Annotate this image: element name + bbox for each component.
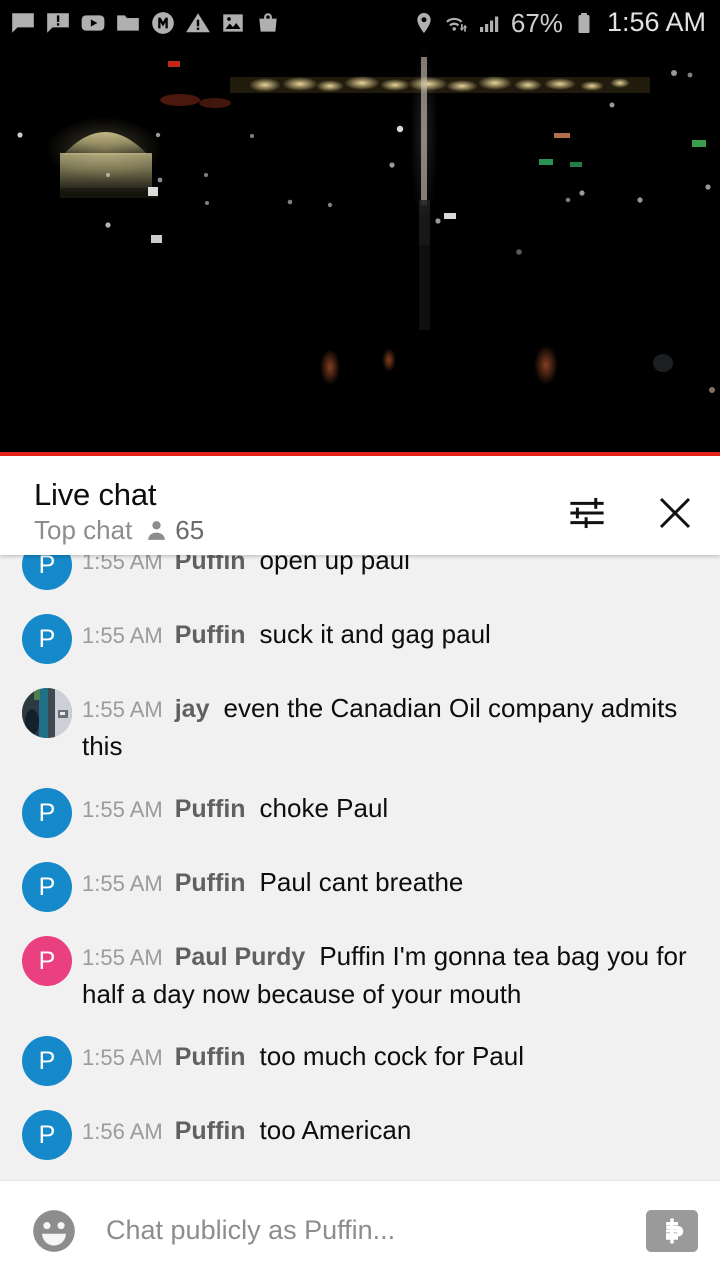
wifi-transfer-icon [445,17,468,32]
clock-label: 1:56 AM [606,7,706,37]
live-chat-header-titles: Live chat Top chat 65 [34,477,204,544]
person-icon [148,521,166,540]
viewer-count-label: 65 [175,515,205,546]
chat-input-bar [0,1180,720,1280]
chat-message-row[interactable]: P 1:55 AM Puffin too much cock for Paul [0,1023,720,1097]
tune-filter-icon [570,497,604,529]
chat-message-row[interactable]: P 1:55 AM Puffin choke Paul [0,775,720,849]
message-text: open up paul [259,555,410,575]
status-bar-system-icons: 67% 1:56 AM [412,9,706,36]
message-text: Paul cant breathe [259,867,464,897]
top-chat-label[interactable]: Top chat [34,517,132,543]
location-pin-icon [417,12,431,33]
chat-message-row[interactable]: 1:55 AM jay even the Canadian Oil company … [0,675,720,775]
avatar[interactable]: P [22,555,72,590]
status-bar: 67% 1:56 AM [0,0,720,45]
message-text: choke Paul [259,793,389,823]
avatar[interactable]: P [22,862,72,912]
battery-icon [578,12,590,33]
chat-message-body: 1:55 AM Puffin choke Paul [82,786,698,828]
chat-message-row[interactable]: P 1:55 AM Puffin Paul cant breathe [0,849,720,923]
app-screen: 67% 1:56 AM Live chat Top chat 65 P 1:55… [0,0,720,1280]
youtube-icon [81,14,105,31]
message-author[interactable]: Puffin [175,555,246,575]
page-title: Live chat [34,477,157,512]
avatar[interactable]: P [22,1036,72,1086]
image-icon [223,13,243,32]
message-timestamp: 1:55 AM [82,1045,163,1070]
message-timestamp: 1:55 AM [82,945,163,970]
message-author[interactable]: Puffin [175,1117,246,1145]
avatar-photo [22,688,72,738]
message-timestamp: 1:55 AM [82,623,163,648]
chat-message-body: 1:55 AM jay even the Canadian Oil company … [82,686,698,764]
m-circle-icon [152,11,174,34]
avatar[interactable]: P [22,1110,72,1160]
message-timestamp: 1:56 AM [82,1119,163,1144]
message-timestamp: 1:55 AM [82,697,163,722]
live-chat-message-list[interactable]: P 1:55 AM Puffin open up paul P 1:55 AM Puf… [0,555,720,1180]
chat-message-body: 1:56 AM Puffin too American [82,1108,698,1150]
emoji-picker-button[interactable] [28,1205,80,1257]
chat-message-body: 1:55 AM Puffin too much cock for Paul [82,1034,698,1076]
live-video-player[interactable] [0,45,720,452]
message-author[interactable]: Puffin [175,621,246,649]
message-timestamp: 1:55 AM [82,871,163,896]
message-text: Puffin I'm gonna tea bag you for half a … [82,941,687,1009]
chat-message-body: 1:55 AM Puffin Paul cant breathe [82,860,698,902]
live-chat-subheader: Top chat 65 [34,517,204,543]
chat-input[interactable] [106,1215,632,1246]
chat-message-row[interactable]: P 1:55 AM Puffin suck it and gag paul [0,601,720,675]
message-text: even the Canadian Oil company admits thi… [82,693,678,761]
message-author[interactable]: Puffin [175,869,246,897]
chat-message-body: 1:55 AM Paul Purdy Puffin I'm gonna tea ba… [82,934,698,1012]
close-x-icon [659,497,691,529]
chat-message-body: 1:55 AM Puffin suck it and gag paul [82,612,698,654]
message-text: too much cock for Paul [259,1041,525,1071]
close-live-chat-button[interactable] [652,490,698,536]
chat-alert-icon [47,12,69,33]
chat-message-body: 1:55 AM Puffin open up paul [82,555,698,580]
tune-filter-button[interactable] [564,490,610,536]
video-frame [0,45,720,452]
message-timestamp: 1:55 AM [82,797,163,822]
battery-percent-label: 67% [510,7,563,38]
viewer-count-group: 65 [144,517,204,543]
live-chat-header-actions [564,478,698,536]
cellular-signal-icon [479,16,499,32]
avatar[interactable]: P [22,788,72,838]
chat-message-row[interactable]: P 1:55 AM Paul Purdy Puffin I'm gonna tea … [0,923,720,1023]
message-author[interactable]: Paul Purdy [175,943,306,971]
live-chat-header: Live chat Top chat 65 [0,456,720,555]
chat-message-row[interactable]: P 1:55 AM Puffin open up paul [0,555,720,601]
message-text: suck it and gag paul [259,619,491,649]
status-bar-notification-icons [10,10,281,36]
avatar[interactable]: P [22,614,72,664]
folder-icon [117,14,139,31]
warning-triangle-icon [186,12,210,32]
emoji-smiley-icon [33,1209,75,1252]
chat-message-row[interactable]: P 1:56 AM Puffin too American [0,1097,720,1171]
avatar[interactable]: P [22,936,72,986]
message-text: too American [259,1115,412,1145]
message-timestamp: 1:55 AM [82,555,163,574]
message-author[interactable]: Puffin [175,1043,246,1071]
message-author[interactable]: jay [175,695,210,723]
chat-bubble-icon [12,12,34,33]
dollar-superchat-icon [666,1218,684,1243]
message-author[interactable]: Puffin [175,795,246,823]
shopping-bag-icon [259,12,277,32]
avatar[interactable] [22,688,72,738]
superchat-button[interactable] [646,1209,698,1252]
